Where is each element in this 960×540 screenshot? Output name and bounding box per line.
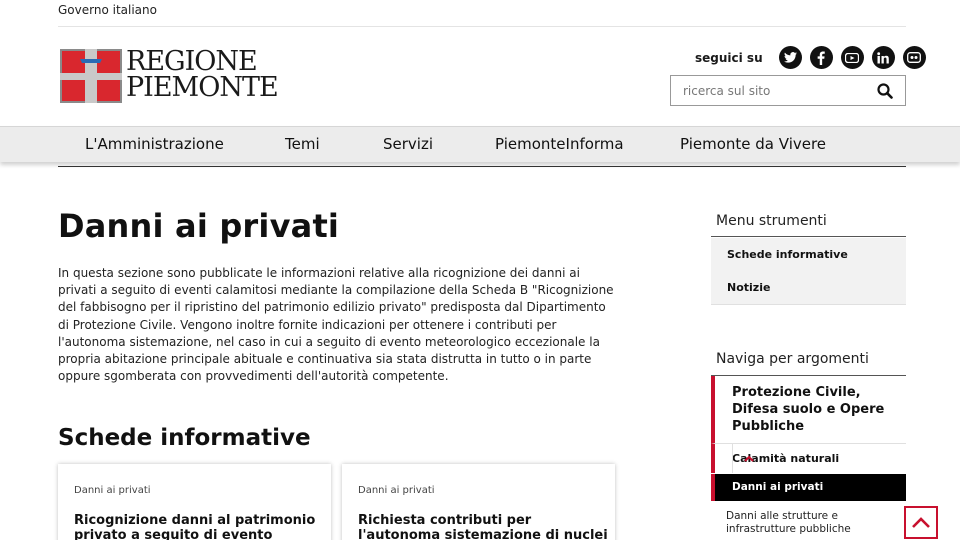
site-search	[670, 75, 906, 106]
linkedin-icon[interactable]	[871, 46, 895, 69]
topic-protezione-civile[interactable]: Protezione Civile, Difesa suolo e Opere …	[711, 376, 906, 443]
topic-label: Protezione Civile, Difesa suolo e Opere …	[732, 385, 885, 434]
governo-italiano-link[interactable]: Governo italiano	[58, 3, 157, 17]
main-navigation: L'Amministrazione Temi Servizi PiemonteI…	[0, 126, 960, 162]
social-label: seguici su	[695, 50, 763, 65]
nav-divider	[58, 166, 906, 167]
sidebar-item-notizie[interactable]: Notizie	[711, 271, 906, 305]
sidebar-item-schede-informative[interactable]: Schede informative	[711, 238, 906, 272]
chevron-up-icon	[912, 516, 930, 528]
youtube-icon[interactable]	[840, 46, 864, 69]
flickr-icon[interactable]	[902, 46, 926, 69]
search-icon[interactable]	[877, 83, 893, 99]
subtopic-calamita-naturali[interactable]: Calamità naturali	[711, 443, 906, 473]
menu-strumenti-heading: Menu strumenti	[716, 213, 827, 229]
intro-paragraph: In questa sezione sono pubblicate le inf…	[58, 266, 614, 384]
back-to-top-button[interactable]	[904, 506, 938, 539]
sidebar-item-label: Schede informative	[727, 248, 848, 261]
chevron-up-icon[interactable]	[732, 444, 765, 473]
nav-item-servizi[interactable]: Servizi	[383, 135, 433, 153]
regione-piemonte-logo[interactable]: REGIONE PIEMONTE	[60, 48, 279, 105]
facebook-icon[interactable]	[809, 46, 833, 69]
info-card[interactable]: Danni ai privati Richiesta contributi pe…	[342, 464, 615, 540]
sidebar-item-danni-strutture-pubbliche[interactable]: Danni alle strutture e infrastrutture pu…	[726, 510, 896, 536]
sidebar-item-label: Notizie	[727, 281, 771, 294]
card-category: Danni ai privati	[358, 485, 435, 496]
card-title[interactable]: Ricognizione danni al patrimonio privato…	[74, 513, 324, 540]
page-title: Danni ai privati	[58, 207, 340, 245]
naviga-argomenti-heading: Naviga per argomenti	[716, 351, 869, 367]
nav-item-piemonte-da-vivere[interactable]: Piemonte da Vivere	[680, 135, 826, 153]
search-input[interactable]	[671, 76, 871, 105]
logo-emblem	[60, 49, 122, 103]
card-title[interactable]: Richiesta contributi per l'autonoma sist…	[358, 513, 608, 540]
sidebar-item-danni-ai-privati[interactable]: Danni ai privati	[711, 474, 906, 501]
active-item-label: Danni ai privati	[732, 481, 824, 493]
twitter-icon[interactable]	[778, 46, 802, 69]
menu-strumenti-divider	[711, 236, 906, 237]
nav-item-amministrazione[interactable]: L'Amministrazione	[85, 135, 224, 153]
section-title: Schede informative	[58, 425, 311, 451]
top-bar: Governo italiano	[58, 0, 906, 27]
nav-item-piemonteinforma[interactable]: PiemonteInforma	[495, 135, 624, 153]
info-card[interactable]: Danni ai privati Ricognizione danni al p…	[58, 464, 331, 540]
nav-item-temi[interactable]: Temi	[285, 135, 320, 153]
social-links: seguici su	[695, 46, 926, 69]
logo-line-2: PIEMONTE	[126, 72, 279, 103]
card-category: Danni ai privati	[74, 485, 151, 496]
